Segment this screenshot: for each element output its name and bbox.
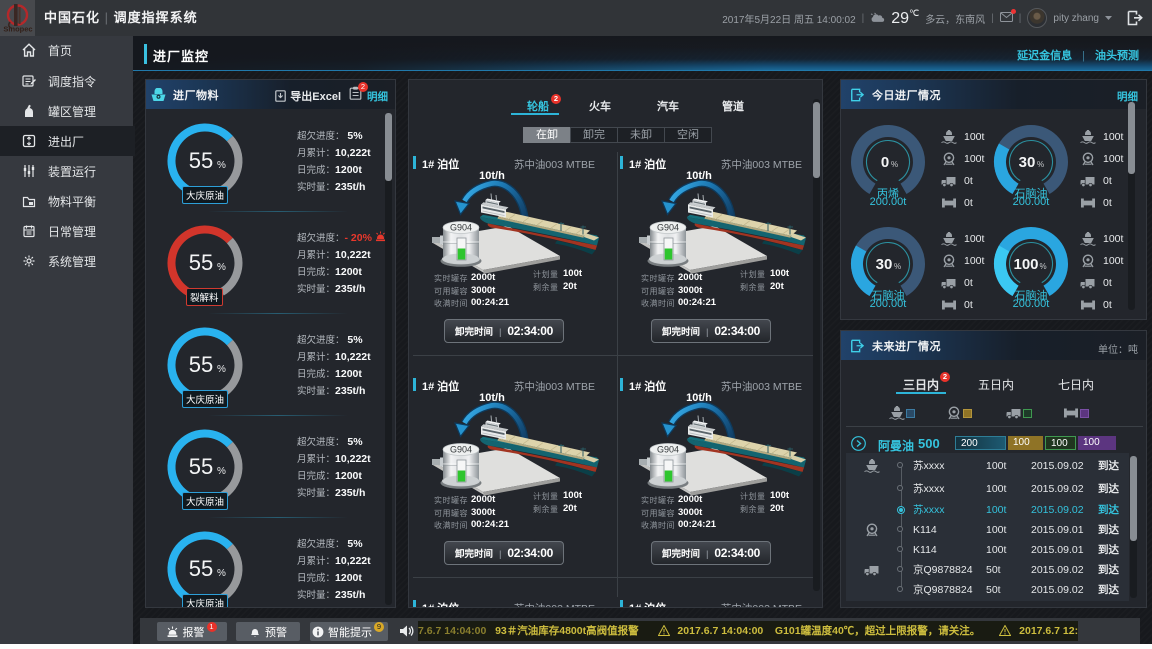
svg-text:55: 55: [189, 454, 213, 479]
svg-text:%: %: [217, 568, 226, 579]
svg-text:55: 55: [189, 250, 213, 275]
svg-text:55: 55: [189, 352, 213, 377]
svg-text:55: 55: [189, 556, 213, 581]
svg-text:30: 30: [1019, 154, 1036, 171]
svg-text:%: %: [217, 466, 226, 477]
svg-text:30: 30: [876, 256, 893, 273]
svg-text:%: %: [217, 262, 226, 273]
svg-text:%: %: [1040, 262, 1047, 271]
svg-text:0: 0: [881, 154, 889, 171]
svg-text:%: %: [894, 262, 901, 271]
svg-text:%: %: [1037, 160, 1044, 169]
svg-text:100: 100: [1013, 256, 1038, 273]
svg-text:%: %: [217, 364, 226, 375]
svg-text:Sinopec: Sinopec: [3, 25, 32, 34]
svg-text:%: %: [217, 160, 226, 171]
svg-text:%: %: [891, 160, 898, 169]
svg-text:55: 55: [189, 148, 213, 173]
